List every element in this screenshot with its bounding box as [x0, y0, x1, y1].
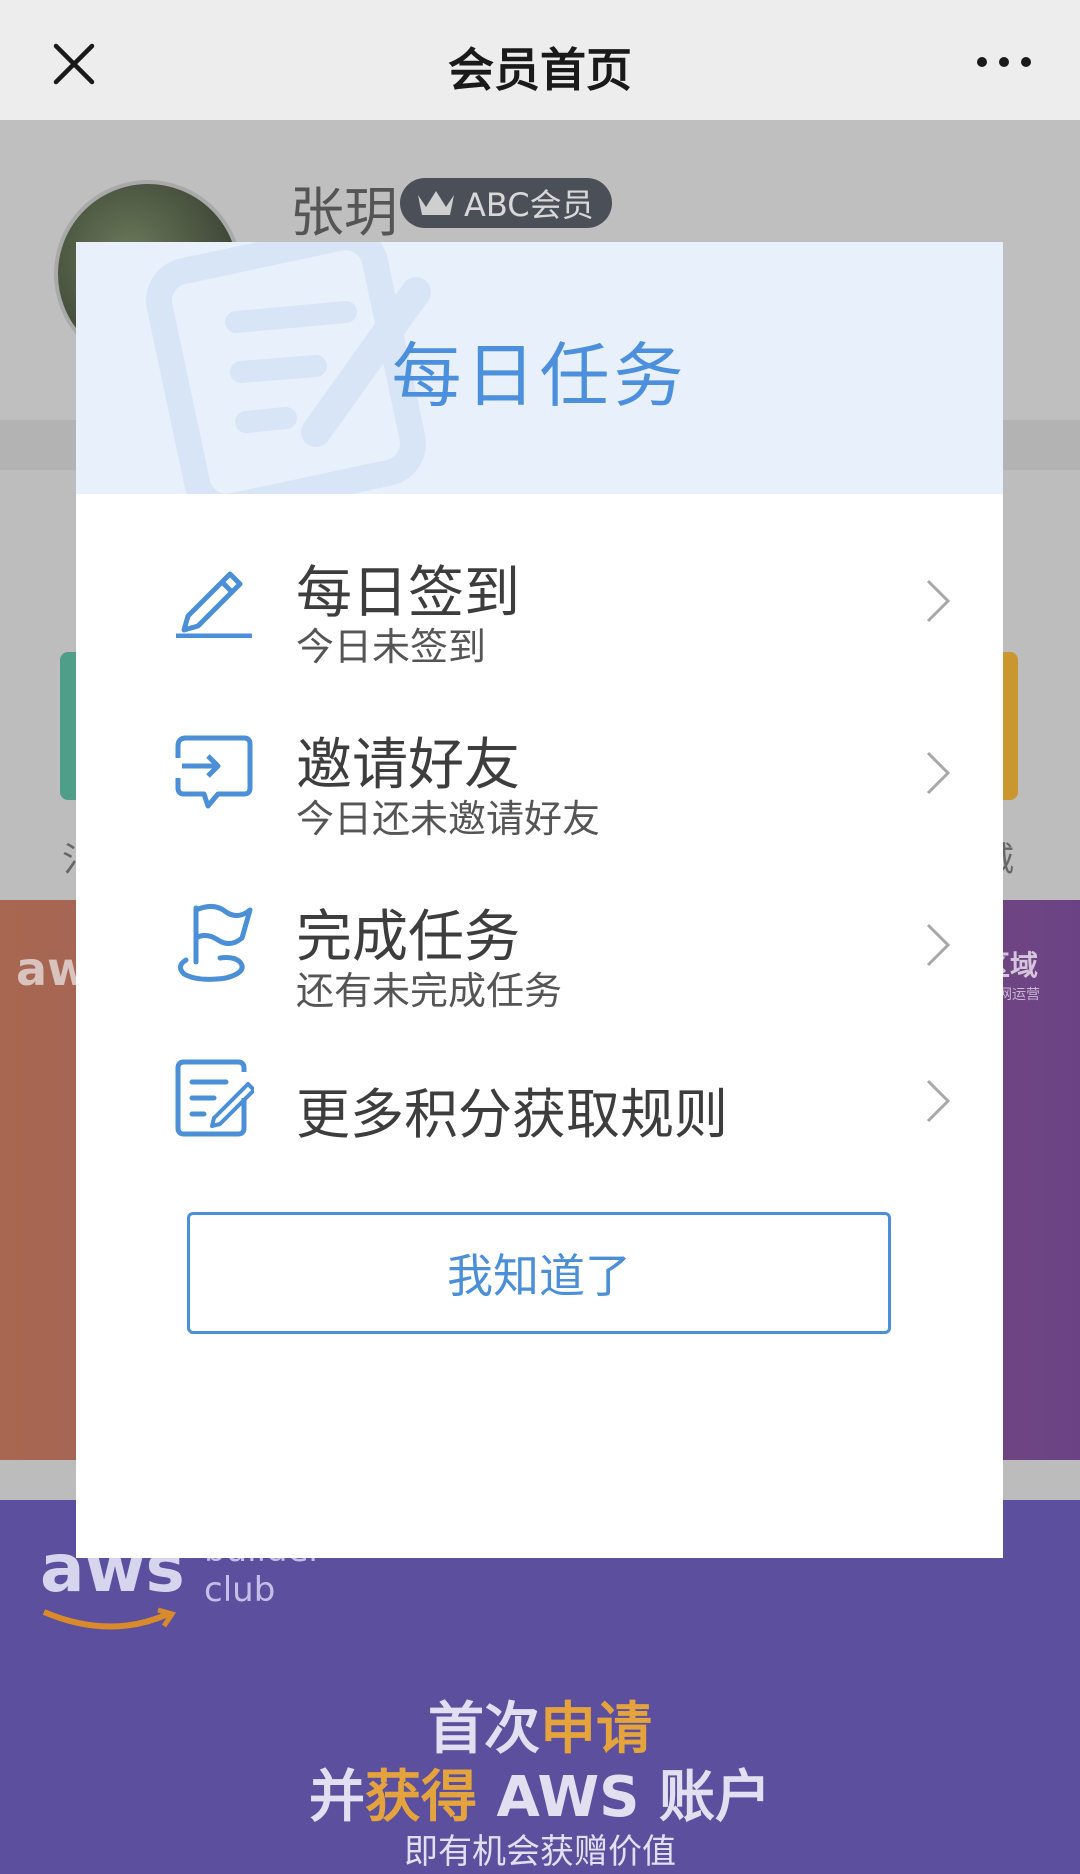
task-desc: 今日还未邀请好友	[296, 797, 601, 841]
top-nav-bar: 会员首页	[0, 0, 1080, 120]
member-badge: ABC会员	[400, 178, 612, 228]
chevron-right-icon	[926, 751, 951, 795]
pencil-icon	[176, 571, 252, 638]
more-options-icon[interactable]	[974, 50, 1034, 74]
flag-icon	[178, 904, 253, 982]
crown-icon	[418, 191, 454, 215]
chevron-right-icon	[926, 579, 951, 623]
banner-region-sub: 网运营	[998, 987, 1040, 1003]
chevron-right-icon	[926, 923, 951, 967]
banner-subline: 即有机会获赠价值	[404, 1832, 676, 1872]
page-title: 会员首页	[448, 43, 632, 97]
member-badge-label: ABC会员	[464, 186, 594, 224]
dialog-header: 每日任务	[76, 242, 1003, 494]
dialog-title: 每日任务	[391, 335, 688, 417]
task-desc: 还有未完成任务	[296, 969, 563, 1013]
task-desc: 今日未签到	[296, 625, 487, 669]
aws-smile-icon	[42, 1607, 176, 1630]
task-item-more-rules[interactable]: 更多积分获取规则	[174, 1034, 951, 1164]
daily-task-dialog: 每日任务 每日签到 今日未签到 邀请好友 今日还未邀请好友 完成任务 还有未完成…	[76, 242, 1003, 1558]
edit-note-icon	[175, 1059, 254, 1137]
task-item-complete[interactable]: 完成任务 还有未完成任务	[174, 878, 951, 1013]
task-item-invite[interactable]: 邀请好友 今日还未邀请好友	[174, 706, 951, 841]
username: 张玥	[290, 181, 398, 244]
share-icon	[175, 735, 253, 809]
banner-headline-2: 并获得 AWS 账户	[309, 1765, 771, 1830]
task-item-checkin[interactable]: 每日签到 今日未签到	[174, 534, 951, 669]
task-title: 更多积分获取规则	[296, 1083, 728, 1146]
got-it-button[interactable]: 我知道了	[187, 1212, 891, 1334]
chevron-right-icon	[926, 1079, 951, 1123]
